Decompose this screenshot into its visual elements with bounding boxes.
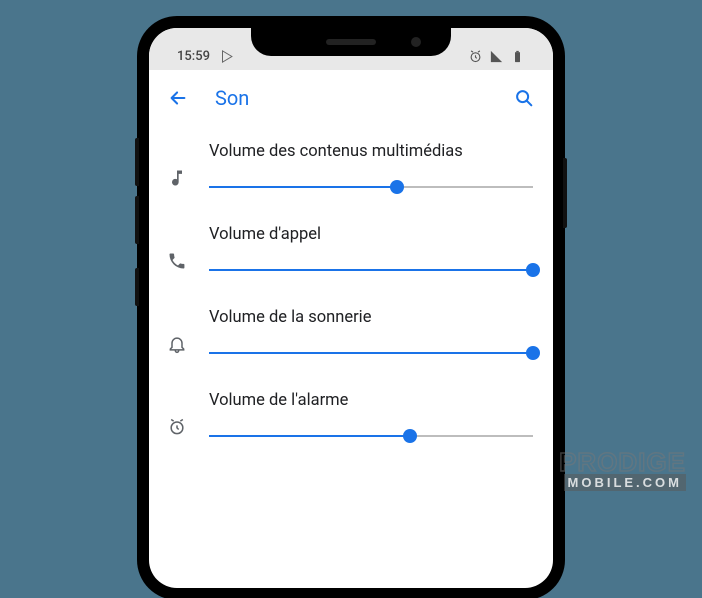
alarm-volume-slider[interactable] <box>209 428 533 444</box>
notch <box>251 28 451 56</box>
slider-thumb[interactable] <box>390 180 404 194</box>
play-store-icon <box>220 49 235 64</box>
alarm-clock-icon <box>167 417 187 437</box>
slider-row-media: Volume des contenus multimédias <box>149 126 553 209</box>
signal-icon <box>489 49 504 64</box>
side-button <box>135 268 139 306</box>
call-volume-slider[interactable] <box>209 262 533 278</box>
search-icon[interactable] <box>513 87 535 109</box>
watermark-brand: PRODIGE <box>559 451 686 474</box>
status-time: 15:59 <box>177 49 210 64</box>
back-arrow-icon[interactable] <box>167 87 189 109</box>
slider-label: Volume d'appel <box>209 225 533 244</box>
phone-frame: 15:59 Son Volume des contenus multimédia… <box>139 18 563 598</box>
speaker-grille <box>326 39 376 45</box>
volume-up-button <box>135 138 139 186</box>
ring-volume-slider[interactable] <box>209 345 533 361</box>
slider-row-ring: Volume de la sonnerie <box>149 292 553 375</box>
slider-row-alarm: Volume de l'alarme <box>149 375 553 458</box>
settings-content: Volume des contenus multimédias Volume d… <box>149 126 553 458</box>
action-bar: Son <box>149 70 553 126</box>
slider-label: Volume de la sonnerie <box>209 308 533 327</box>
screen: 15:59 Son Volume des contenus multimédia… <box>149 28 553 588</box>
slider-thumb[interactable] <box>403 429 417 443</box>
media-volume-slider[interactable] <box>209 179 533 195</box>
front-camera <box>411 37 421 47</box>
music-note-icon <box>167 168 187 188</box>
volume-down-button <box>135 196 139 244</box>
power-button <box>563 158 567 228</box>
slider-thumb[interactable] <box>526 263 540 277</box>
slider-fill <box>209 435 410 437</box>
slider-thumb[interactable] <box>526 346 540 360</box>
page-title: Son <box>215 86 487 110</box>
slider-fill <box>209 269 533 271</box>
slider-label: Volume des contenus multimédias <box>209 142 533 161</box>
watermark-site: MOBILE.COM <box>564 474 687 491</box>
bell-icon <box>167 334 187 354</box>
slider-label: Volume de l'alarme <box>209 391 533 410</box>
battery-icon <box>510 49 525 64</box>
slider-fill <box>209 352 533 354</box>
slider-row-call: Volume d'appel <box>149 209 553 292</box>
slider-fill <box>209 186 397 188</box>
alarm-icon <box>468 49 483 64</box>
phone-icon <box>167 251 187 271</box>
watermark: PRODIGE MOBILE.COM <box>559 451 686 492</box>
